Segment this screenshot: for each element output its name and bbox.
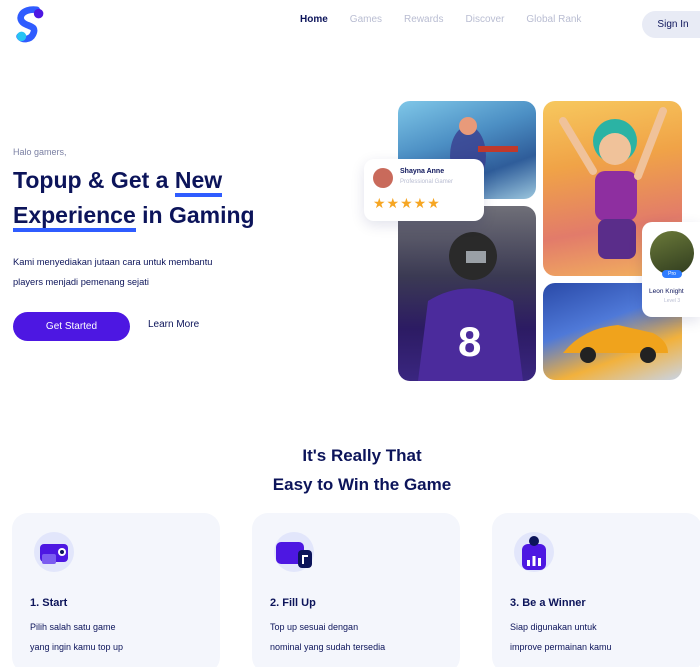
sign-in-button[interactable]: Sign In: [642, 11, 700, 38]
get-started-button[interactable]: Get Started: [13, 312, 130, 341]
step-card-fill-up: 2. Fill Up Top up sesuai dengan nominal …: [252, 513, 460, 667]
step-description-line2: nominal yang sudah tersedia: [270, 642, 386, 652]
gamer-rating-card: Shayna Anne Professional Gamer ★★★★★: [364, 159, 484, 221]
hero-title-part1: Topup & Get a: [13, 167, 175, 193]
player-badge: Pro: [662, 270, 682, 278]
step-description-line1: Top up sesuai dengan: [270, 622, 359, 632]
player-profile-card: Pro Leon Knight Level 3: [642, 222, 700, 317]
hero-title-highlight-experience: Experience: [13, 202, 136, 232]
steps-title-line2: Easy to Win the Game: [272, 475, 452, 494]
wallet-card-icon: [274, 532, 314, 572]
hero-greeting: Halo gamers,: [13, 147, 67, 157]
game-image-football: 8: [398, 206, 536, 381]
step-card-be-a-winner: 3. Be a Winner Siap digunakan untuk impr…: [492, 513, 700, 667]
gamer-name: Shayna Anne: [400, 168, 445, 175]
steps-section-title: It's Really That Easy to Win the Game: [0, 441, 700, 499]
gamer-role: Professional Gamer: [400, 179, 454, 185]
trophy-chart-icon: [514, 532, 554, 572]
step-title: 1. Start: [30, 597, 68, 609]
steps-title-line1: It's Really That: [302, 446, 422, 465]
football-player-icon: 8: [418, 232, 523, 381]
step-title: 2. Fill Up: [270, 597, 316, 609]
step-description: Pilih salah satu game yang ingin kamu to…: [30, 617, 210, 657]
step-description: Siap digunakan untuk improve permainan k…: [510, 617, 690, 657]
avatar: [373, 168, 393, 188]
hero-title-part2: in Gaming: [135, 202, 255, 228]
svg-text:8: 8: [458, 318, 481, 365]
step-title: 3. Be a Winner: [510, 597, 586, 609]
nav-home[interactable]: Home: [300, 14, 328, 25]
main-nav: Home Games Rewards Discover Global Rank: [300, 14, 603, 25]
star-rating-icon: ★★★★★: [373, 196, 441, 212]
player-name: Leon Knight: [649, 288, 684, 295]
step-description: Top up sesuai dengan nominal yang sudah …: [270, 617, 450, 657]
hero-subtitle-line1: Kami menyediakan jutaan cara untuk memba…: [13, 257, 213, 267]
player-level: Level 3: [664, 298, 681, 304]
step-description-line2: improve permainan kamu: [510, 642, 612, 652]
game-controller-icon: [34, 532, 74, 572]
step-description-line1: Siap digunakan untuk: [510, 622, 597, 632]
hero-title: Topup & Get a New Experience in Gaming: [13, 163, 313, 233]
hero-subtitle: Kami menyediakan jutaan cara untuk memba…: [13, 252, 283, 292]
nav-games[interactable]: Games: [350, 14, 382, 25]
step-description-line1: Pilih salah satu game: [30, 622, 116, 632]
nav-rewards[interactable]: Rewards: [404, 14, 443, 25]
nav-global-rank[interactable]: Global Rank: [526, 14, 581, 25]
avatar: [650, 231, 694, 275]
step-card-start: 1. Start Pilih salah satu game yang ingi…: [12, 513, 220, 667]
brand-logo-icon[interactable]: [12, 6, 50, 44]
step-description-line2: yang ingin kamu top up: [30, 642, 124, 652]
hero-subtitle-line2: players menjadi pemenang sejati: [13, 277, 149, 287]
learn-more-link[interactable]: Learn More: [148, 319, 199, 330]
nav-discover[interactable]: Discover: [466, 14, 505, 25]
hero-title-highlight-new: New: [174, 167, 223, 197]
